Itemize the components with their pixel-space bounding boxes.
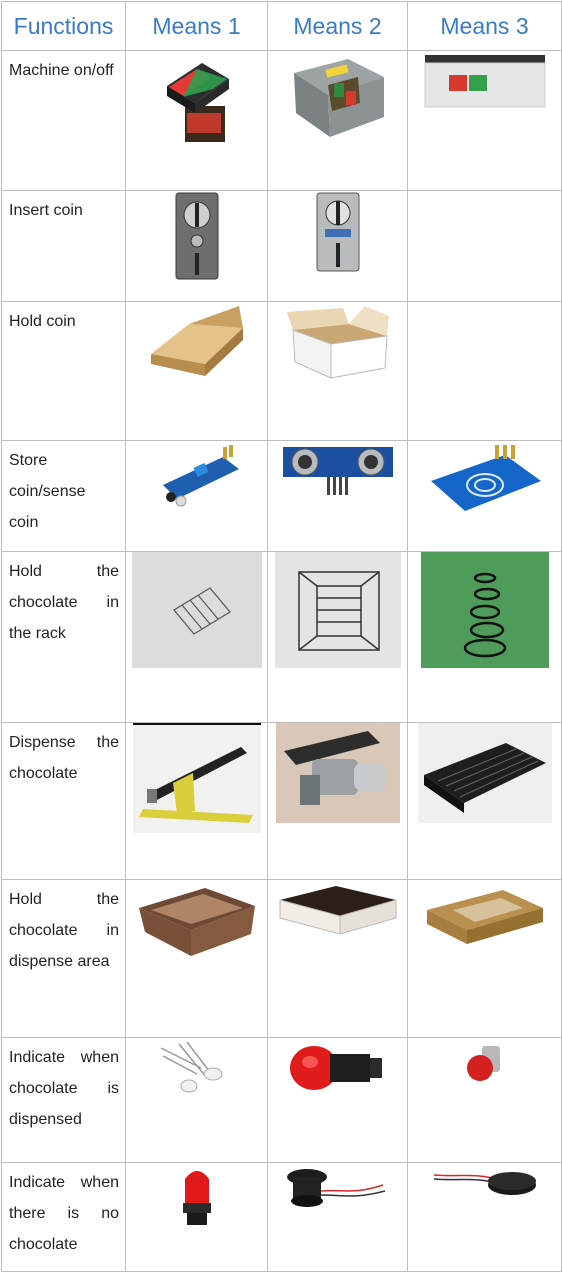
coin-slot-icon xyxy=(175,192,218,280)
means-cell xyxy=(267,190,408,302)
means-cell xyxy=(407,440,562,552)
flat-buzzer-icon xyxy=(433,1172,536,1195)
means-cell xyxy=(267,1037,408,1163)
means-cell xyxy=(125,551,268,723)
woven-basket-icon xyxy=(138,888,255,956)
red-green-pushbutton-icon xyxy=(166,63,229,142)
ir-sensor-module-icon xyxy=(162,445,239,507)
function-label: Dispense the chocolate xyxy=(1,722,126,880)
table-row: Store coin/sense coin xyxy=(1,440,562,552)
means-cell xyxy=(407,1162,562,1272)
means-cell xyxy=(125,1162,268,1272)
touch-sensor-icon xyxy=(430,445,541,511)
rack-drawing-icon xyxy=(274,552,401,668)
rack-sketch-icon xyxy=(131,552,262,668)
means-cell xyxy=(267,722,408,880)
table-row: Hold the chocolate in dispense area xyxy=(1,879,562,1038)
header-means-1: Means 1 xyxy=(125,1,268,51)
header-means-2: Means 2 xyxy=(267,1,408,51)
means-cell xyxy=(125,50,268,191)
means-cell xyxy=(125,301,268,441)
table-row: Hold coin xyxy=(1,301,562,441)
means-cell xyxy=(125,879,268,1038)
red-beacon-icon xyxy=(182,1171,211,1225)
means-cell xyxy=(267,440,408,552)
open-box-icon xyxy=(286,306,389,379)
white-switch-panel-icon xyxy=(424,55,545,108)
table-row: Insert coin xyxy=(1,190,562,302)
ultrasonic-sensor-icon xyxy=(282,447,393,495)
means-cell-empty xyxy=(407,190,562,302)
means-cell xyxy=(407,879,562,1038)
means-cell xyxy=(267,50,408,191)
function-label: Machine on/off xyxy=(1,50,126,191)
cardboard-tray-icon xyxy=(150,306,243,376)
spring-coil-icon xyxy=(420,552,549,668)
conveyor-model-icon xyxy=(132,723,261,833)
means-cell xyxy=(407,1037,562,1163)
function-label: Indicate when there is no chocolate xyxy=(1,1162,126,1272)
means-cell xyxy=(407,50,562,191)
means-cell xyxy=(125,190,268,302)
means-cell xyxy=(267,879,408,1038)
table-row: Indicate when there is no chocolate xyxy=(1,1162,562,1272)
means-cell xyxy=(125,722,268,880)
header-means-3: Means 3 xyxy=(407,1,562,51)
morphological-chart-table: Functions Means 1 Means 2 Means 3 Machin… xyxy=(1,1,562,1272)
led-icon xyxy=(160,1041,222,1093)
header-functions: Functions xyxy=(1,1,126,51)
means-cell xyxy=(267,1162,408,1272)
function-label: Hold the chocolate in dispense area xyxy=(1,879,126,1038)
means-cell-empty xyxy=(407,301,562,441)
function-label: Insert coin xyxy=(1,190,126,302)
means-cell xyxy=(407,722,562,880)
means-cell xyxy=(407,551,562,723)
function-label: Indicate when chocolate is dispensed xyxy=(1,1037,126,1163)
table-row: Indicate when chocolate is dispensed xyxy=(1,1037,562,1163)
table-row: Machine on/off xyxy=(1,50,562,191)
function-label: Hold the chocolate in the rack xyxy=(1,551,126,723)
gray-switch-box-icon xyxy=(293,59,384,137)
means-cell xyxy=(125,1037,268,1163)
means-cell xyxy=(125,440,268,552)
red-indicator-lamp-icon xyxy=(289,1046,382,1090)
kraft-box-icon xyxy=(426,890,543,944)
header-row: Functions Means 1 Means 2 Means 3 xyxy=(1,1,562,51)
serving-tray-icon xyxy=(279,886,396,935)
coin-acceptor-icon xyxy=(316,192,359,272)
means-cell xyxy=(267,551,408,723)
piezo-buzzer-wired-icon xyxy=(286,1169,385,1207)
table-row: Hold the chocolate in the rack xyxy=(1,551,562,723)
function-label: Store coin/sense coin xyxy=(1,440,126,552)
means-cell xyxy=(267,301,408,441)
gear-motor-icon xyxy=(275,723,400,823)
small-red-lamp-icon xyxy=(466,1046,500,1081)
dispenser-tray-icon xyxy=(417,723,552,823)
function-label: Hold coin xyxy=(1,301,126,441)
table-row: Dispense the chocolate xyxy=(1,722,562,880)
